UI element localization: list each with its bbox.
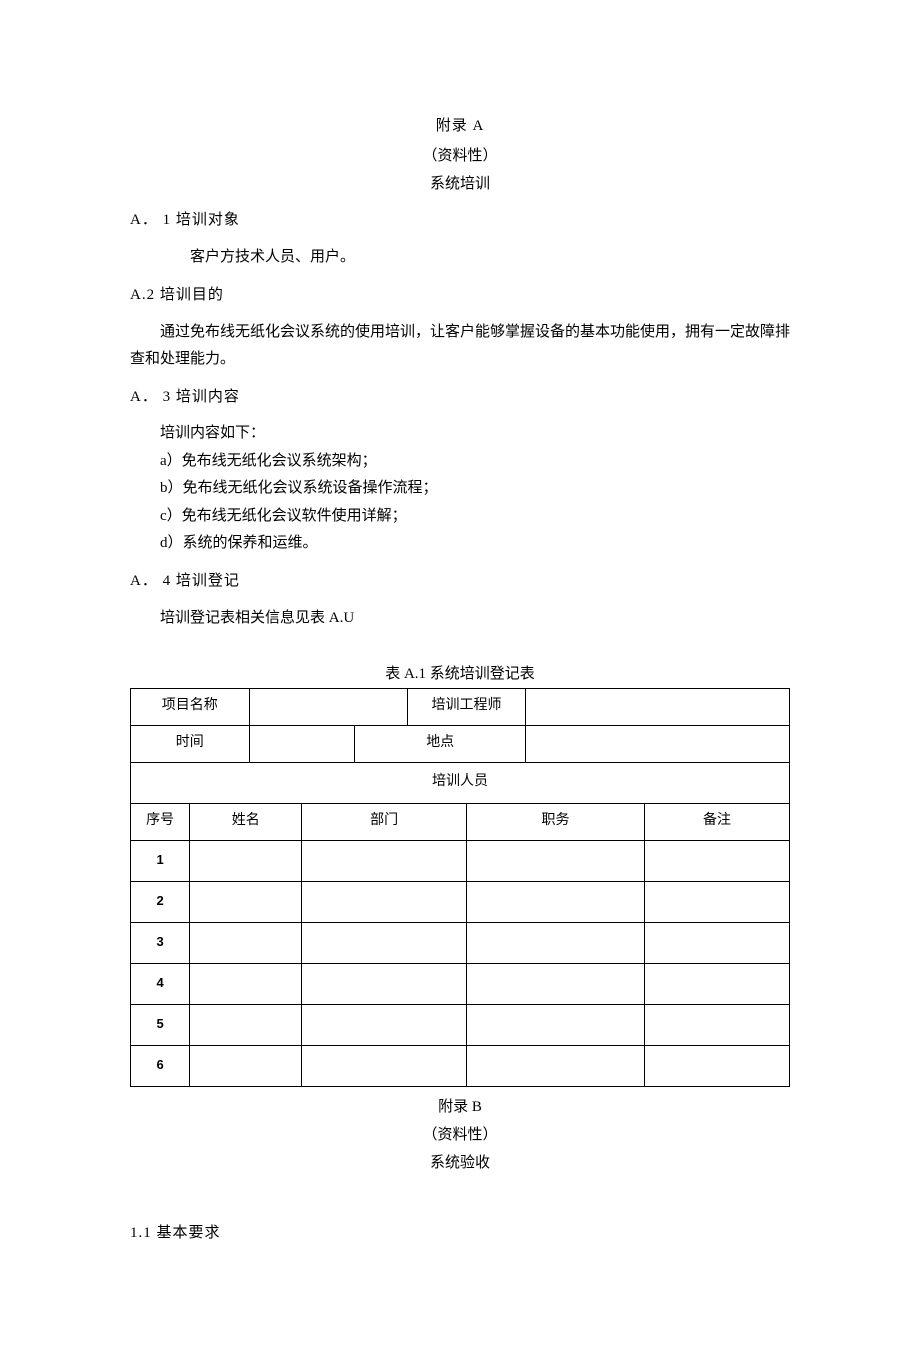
- a2-body: 通过免布线无纸化会议系统的使用培训，让客户能够掌握设备的基本功能使用，拥有一定故…: [130, 319, 790, 373]
- row-no-3: 3: [131, 922, 190, 963]
- row-dept-5: [302, 1004, 467, 1045]
- appendix-a-type: （资料性）: [130, 144, 790, 168]
- appendix-b-subject: 系统验收: [130, 1151, 790, 1175]
- th-no: 序号: [131, 803, 190, 840]
- row-no-5: 5: [131, 1004, 190, 1045]
- b1-heading: 1.1 基本要求: [130, 1221, 790, 1245]
- a4-heading: A． 4 培训登记: [130, 569, 790, 593]
- a3-intro: 培训内容如下：: [160, 421, 790, 447]
- th-role: 职务: [467, 803, 645, 840]
- row-role-6: [467, 1045, 645, 1086]
- a2-heading: A.2 培训目的: [130, 283, 790, 307]
- row-remark-6: [644, 1045, 789, 1086]
- a3-item-a: a）免布线无纸化会议系统架构；: [160, 449, 790, 475]
- row-no-6: 6: [131, 1045, 190, 1086]
- th-trainees: 培训人员: [131, 762, 790, 803]
- row-role-2: [467, 881, 645, 922]
- a1-heading: A． 1 培训对象: [130, 208, 790, 232]
- appendix-a-subject: 系统培训: [130, 172, 790, 196]
- th-name: 姓名: [190, 803, 302, 840]
- row-remark-4: [644, 963, 789, 1004]
- row-dept-2: [302, 881, 467, 922]
- row-dept-6: [302, 1045, 467, 1086]
- th-project: 项目名称: [131, 688, 250, 725]
- row-name-1: [190, 840, 302, 881]
- th-place: 地点: [355, 725, 526, 762]
- a1-body: 客户方技术人员、用户。: [130, 244, 790, 271]
- appendix-b-title: 附录 B: [130, 1095, 790, 1119]
- row-name-6: [190, 1045, 302, 1086]
- row-dept-4: [302, 963, 467, 1004]
- row-no-2: 2: [131, 881, 190, 922]
- row-role-3: [467, 922, 645, 963]
- row-dept-3: [302, 922, 467, 963]
- cell-project-value: [249, 688, 407, 725]
- training-table: 项目名称 培训工程师 时间 地点 培训人员 序号 姓名 部门 职务 备注 1: [130, 688, 790, 1087]
- row-remark-1: [644, 840, 789, 881]
- row-no-1: 1: [131, 840, 190, 881]
- row-no-4: 4: [131, 963, 190, 1004]
- th-time: 时间: [131, 725, 250, 762]
- row-role-5: [467, 1004, 645, 1045]
- th-trainer: 培训工程师: [407, 688, 526, 725]
- row-dept-1: [302, 840, 467, 881]
- a3-item-b: b）免布线无纸化会议系统设备操作流程；: [160, 476, 790, 502]
- row-name-4: [190, 963, 302, 1004]
- row-role-4: [467, 963, 645, 1004]
- a3-item-d: d）系统的保养和运维。: [160, 531, 790, 557]
- appendix-b-type: （资料性）: [130, 1123, 790, 1147]
- row-remark-5: [644, 1004, 789, 1045]
- row-name-3: [190, 922, 302, 963]
- a3-item-c: c）免布线无纸化会议软件使用详解；: [160, 504, 790, 530]
- row-remark-3: [644, 922, 789, 963]
- row-role-1: [467, 840, 645, 881]
- row-name-5: [190, 1004, 302, 1045]
- row-name-2: [190, 881, 302, 922]
- th-remark: 备注: [644, 803, 789, 840]
- a3-heading: A． 3 培训内容: [130, 385, 790, 409]
- cell-place-value: [526, 725, 790, 762]
- cell-time-value: [249, 725, 354, 762]
- appendix-a-title: 附录 A: [130, 114, 790, 138]
- page-container: 附录 A （资料性） 系统培训 A． 1 培训对象 客户方技术人员、用户。 A.…: [0, 0, 920, 1357]
- th-dept: 部门: [302, 803, 467, 840]
- row-remark-2: [644, 881, 789, 922]
- table-caption: 表 A.1 系统培训登记表: [130, 662, 790, 686]
- cell-trainer-value: [526, 688, 790, 725]
- a4-body: 培训登记表相关信息见表 A.U: [130, 605, 790, 632]
